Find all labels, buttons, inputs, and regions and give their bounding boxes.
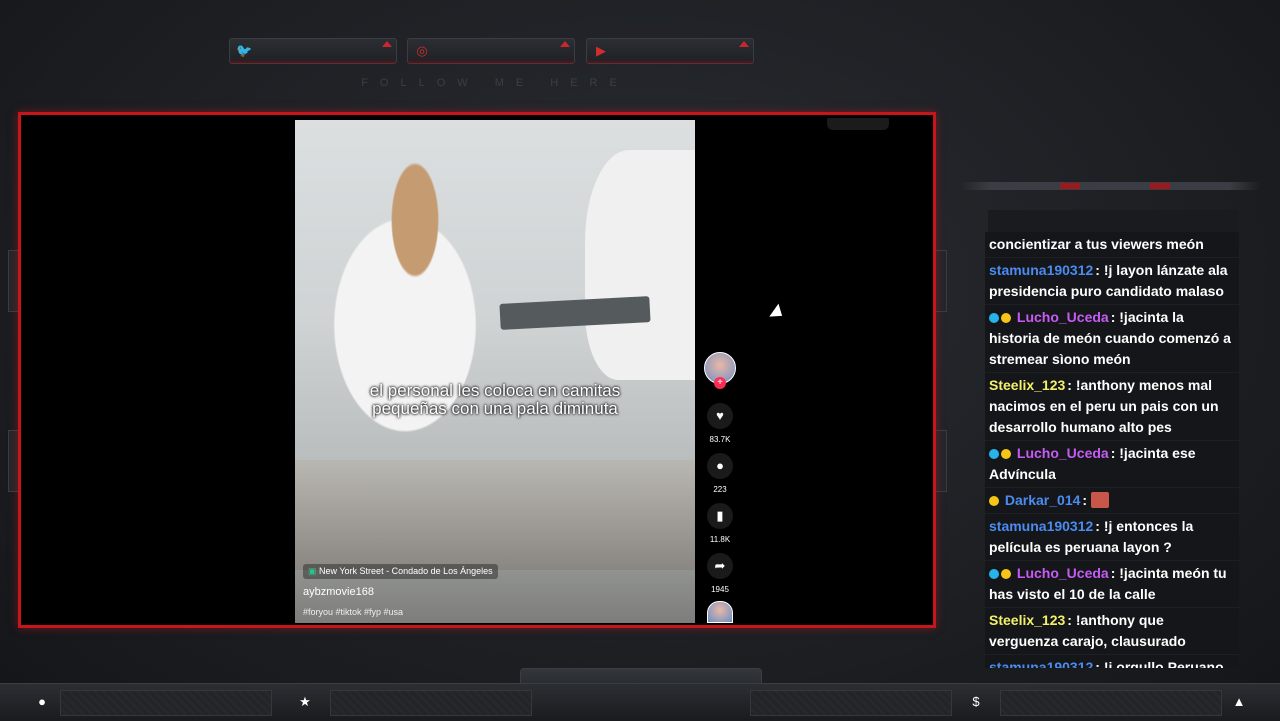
creator-avatar-block[interactable]: + — [700, 352, 740, 389]
chat-text: concientizar a tus viewers meón — [989, 236, 1204, 252]
chat-message: Lucho_Uceda: !jacinta meón tu has visto … — [985, 561, 1239, 608]
share-icon[interactable]: ➦ — [707, 553, 733, 579]
chat-username[interactable]: stamuna190312 — [989, 518, 1093, 534]
corner-marker — [560, 41, 570, 47]
bottom-segment — [750, 690, 952, 716]
subscriber-badge-icon — [1001, 569, 1011, 579]
follow-me-label: FOLLOW ME HERE — [361, 77, 629, 89]
save-count: 11.8K — [709, 535, 731, 544]
chat-username[interactable]: Lucho_Uceda — [1017, 309, 1109, 325]
chat-top-trim — [960, 182, 1260, 190]
chat-username[interactable]: Lucho_Uceda — [1017, 565, 1109, 581]
chat-message: Steelix_123: !anthony que verguenza cara… — [985, 608, 1239, 655]
rocket-icon[interactable]: ▲ — [1231, 694, 1247, 710]
comment-action[interactable]: ● 223 — [700, 453, 740, 494]
chat-message: stamuna190312: !j orgullo Peruano pe — [985, 655, 1239, 668]
kitchen-counter — [295, 460, 695, 570]
dollar-icon[interactable]: $ — [968, 694, 984, 710]
video-username[interactable]: aybzmovie168 — [303, 586, 374, 598]
comment-icon[interactable]: ● — [707, 453, 733, 479]
caption-line: el personal les coloca en camitas — [369, 381, 621, 400]
share-count: 1945 — [711, 585, 729, 594]
verified-badge-icon — [989, 313, 999, 323]
chat-username[interactable]: Darkar_014 — [1005, 492, 1081, 508]
chat-message: Steelix_123: !anthony menos mal nacimos … — [985, 373, 1239, 441]
chat-username[interactable]: Lucho_Uceda — [1017, 445, 1109, 461]
trim-led — [1060, 183, 1080, 189]
chat-username[interactable]: Steelix_123 — [989, 612, 1065, 628]
instagram-icon: ◎ — [416, 43, 428, 58]
user-icon[interactable]: ● — [34, 694, 50, 710]
like-count: 83.7K — [709, 435, 731, 444]
chat-panel: concientizar a tus viewers meón stamuna1… — [985, 232, 1239, 668]
bottom-segment — [1000, 690, 1222, 716]
like-action[interactable]: ♥ 83.7K — [700, 403, 740, 444]
gift-badge-icon — [989, 496, 999, 506]
bottom-segment — [330, 690, 532, 716]
location-icon: ▣ — [308, 566, 317, 576]
video-top-control[interactable] — [827, 118, 889, 130]
chat-username[interactable]: Steelix_123 — [989, 377, 1065, 393]
bottom-bar: ● ★ $ ▲ — [0, 683, 1280, 721]
follow-plus-icon[interactable]: + — [714, 377, 726, 389]
bookmark-icon[interactable]: ▮ — [707, 503, 733, 529]
corner-marker — [739, 41, 749, 47]
subscriber-badge-icon — [1001, 313, 1011, 323]
chat-message: concientizar a tus viewers meón — [985, 232, 1239, 258]
bottom-segment — [60, 690, 272, 716]
trim-led — [1150, 183, 1170, 189]
video-hashtags[interactable]: #foryou #tiktok #fyp #usa — [303, 607, 403, 617]
comment-count: 223 — [713, 485, 727, 494]
chat-username[interactable]: stamuna190312 — [989, 262, 1093, 278]
emote-icon — [1090, 492, 1109, 508]
chef-arm — [585, 150, 695, 380]
caption-line: pequeñas con una pala diminuta — [372, 399, 618, 418]
chat-username[interactable]: stamuna190312 — [989, 659, 1093, 668]
corner-marker — [382, 41, 392, 47]
youtube-link[interactable]: ▶ — [586, 38, 754, 64]
share-action[interactable]: ➦ 1945 — [700, 553, 740, 594]
chat-message: Lucho_Uceda: !jacinta la historia de meó… — [985, 305, 1239, 373]
chat-message: Lucho_Uceda: !jacinta ese Advíncula — [985, 441, 1239, 488]
youtube-icon: ▶ — [596, 43, 606, 58]
verified-badge-icon — [989, 569, 999, 579]
verified-badge-icon — [989, 449, 999, 459]
subscriber-badge-icon — [1001, 449, 1011, 459]
tiktok-video[interactable]: el personal les coloca en camitas pequeñ… — [295, 120, 695, 623]
chat-header — [988, 210, 1238, 232]
location-tag[interactable]: ▣ New York Street - Condado de Los Ángel… — [303, 564, 498, 579]
chat-message: Darkar_014: — [985, 488, 1239, 514]
heart-icon[interactable]: ♥ — [707, 403, 733, 429]
twitter-icon: 🐦 — [236, 43, 253, 58]
star-icon[interactable]: ★ — [297, 694, 313, 710]
sound-disc-icon[interactable] — [707, 601, 733, 623]
video-caption: el personal les coloca en camitas pequeñ… — [295, 382, 695, 418]
chat-message: stamuna190312: !j entonces la película e… — [985, 514, 1239, 561]
location-text: New York Street - Condado de Los Ángeles — [319, 566, 493, 576]
sound-avatar[interactable] — [700, 601, 740, 623]
save-action[interactable]: ▮ 11.8K — [700, 503, 740, 544]
instagram-link[interactable]: ◎ — [407, 38, 575, 64]
twitter-link[interactable]: 🐦 — [229, 38, 397, 64]
chat-message: stamuna190312: !j layon lánzate ala pres… — [985, 258, 1239, 305]
